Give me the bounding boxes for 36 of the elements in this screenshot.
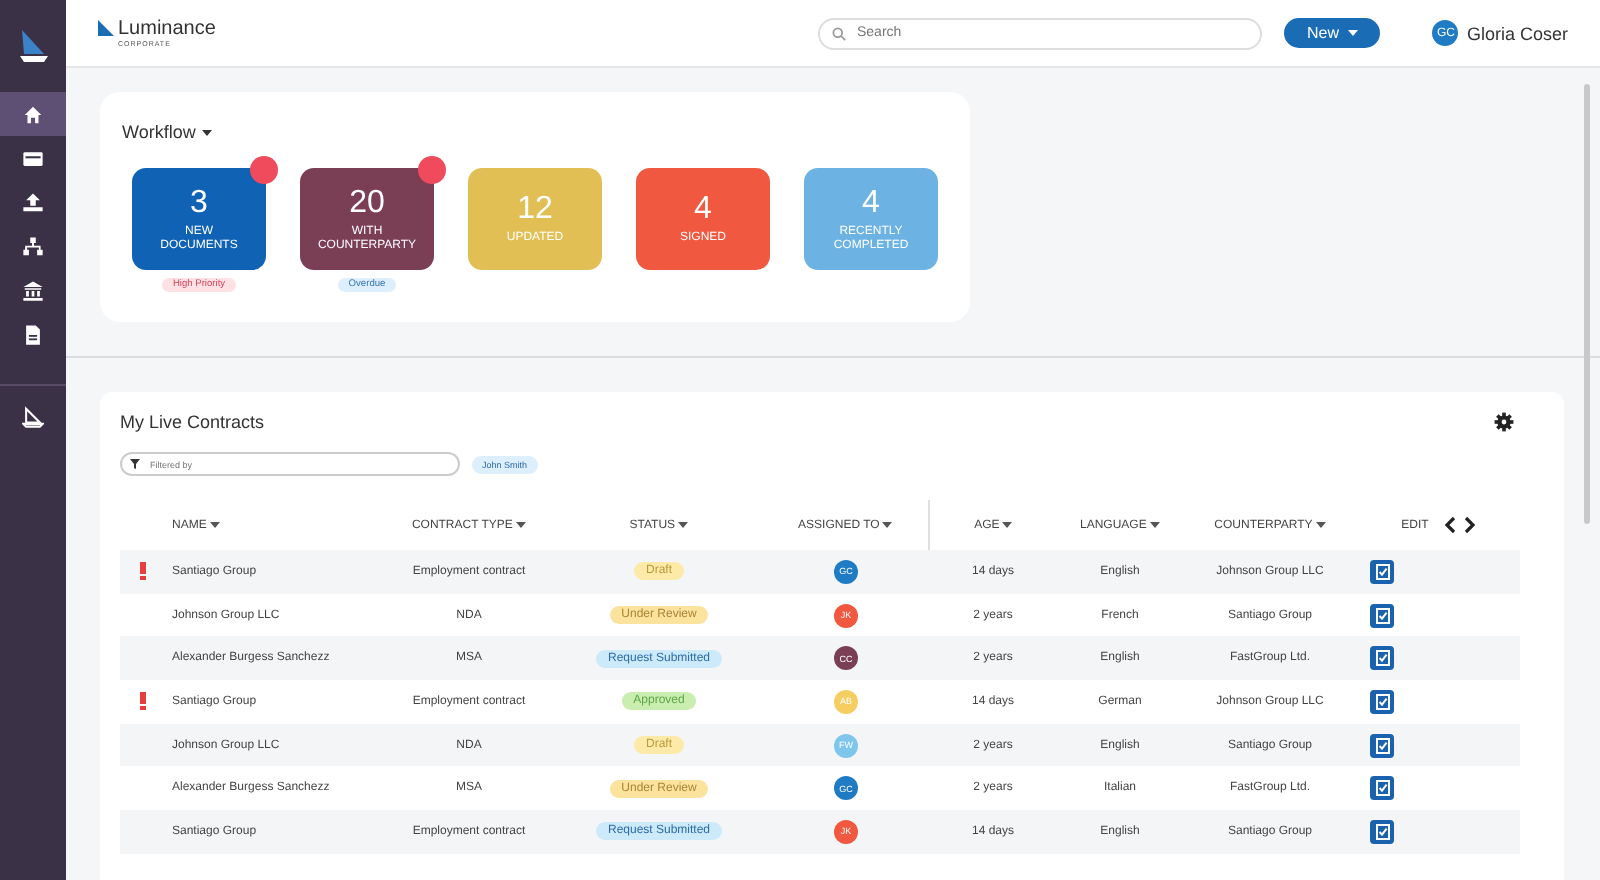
edit-button[interactable] <box>1370 689 1394 714</box>
next-icon[interactable] <box>1464 516 1477 534</box>
document-icon <box>22 323 44 345</box>
edit-button[interactable] <box>1370 559 1394 584</box>
edit-button[interactable] <box>1370 776 1394 801</box>
edit-button[interactable] <box>1370 603 1394 628</box>
caret-icon <box>678 521 689 527</box>
settings-icon[interactable] <box>1494 412 1514 432</box>
filter-icon <box>130 459 140 469</box>
new-button[interactable]: New <box>1284 18 1381 48</box>
caret-icon <box>1002 521 1013 527</box>
sail-icon[interactable] <box>22 406 44 428</box>
search-icon <box>832 26 847 40</box>
caret-icon <box>201 129 212 135</box>
previous-icon[interactable] <box>1444 516 1457 534</box>
caret-icon <box>882 521 893 527</box>
hierarchy-icon <box>22 235 44 257</box>
upload-icon <box>22 191 44 213</box>
edit-button[interactable] <box>1370 733 1394 758</box>
caret-icon <box>1315 521 1326 527</box>
edit-button[interactable] <box>1370 819 1394 844</box>
workflow-title[interactable]: Workflow <box>122 122 196 142</box>
home-nav-button[interactable] <box>0 92 66 136</box>
caret-icon <box>516 521 527 527</box>
card-icon <box>22 147 44 169</box>
caret-icon <box>210 521 221 527</box>
caret-icon <box>1348 30 1359 36</box>
bank-icon <box>22 279 44 301</box>
caret-icon <box>1150 521 1160 527</box>
home-icon <box>22 103 44 125</box>
logo-text: Luminance <box>118 19 216 39</box>
edit-button[interactable] <box>1370 646 1394 671</box>
contracts-title: My Live Contracts <box>120 412 265 432</box>
logo-icon <box>98 19 114 37</box>
sail-logo-icon[interactable] <box>17 28 49 64</box>
user-name[interactable]: Gloria Coser <box>1466 23 1568 43</box>
